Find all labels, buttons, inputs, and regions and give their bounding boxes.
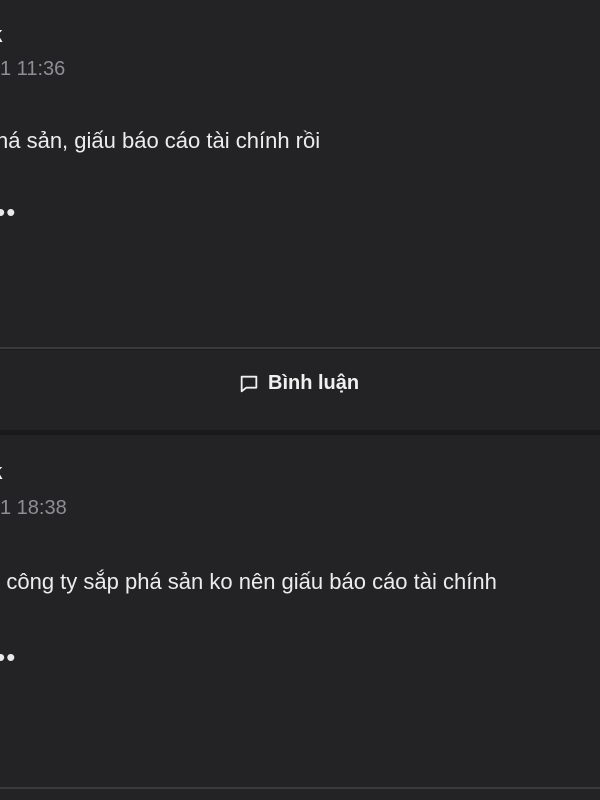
post-content: há sản, giấu báo cáo tài chính rồi	[0, 128, 321, 153]
post-timestamp[interactable]: 1 11:36	[0, 58, 65, 81]
comment-icon	[238, 373, 260, 395]
post-feed: ck 1 11:36 há sản, giấu báo cáo tài chín…	[0, 0, 600, 800]
comment-label: Bình luận	[268, 372, 360, 394]
comment-button[interactable]: Bình luận	[238, 372, 359, 395]
post-author[interactable]: ck	[0, 22, 2, 48]
divider	[0, 347, 600, 349]
post-card: ck 1 18:38 o công ty sắp phá sản ko nên …	[0, 435, 600, 788]
post-content: o công ty sắp phá sản ko nên giấu báo cá…	[0, 569, 497, 594]
more-options-button[interactable]: •••	[0, 199, 16, 225]
more-options-button[interactable]: •••	[0, 644, 16, 670]
post-timestamp[interactable]: 1 18:38	[0, 497, 67, 520]
post-card: ck 1 11:36 há sản, giấu báo cáo tài chín…	[0, 0, 600, 348]
post-actions-bar	[0, 789, 600, 800]
post-actions-bar: Bình luận	[0, 350, 600, 430]
post-author[interactable]: ck	[0, 459, 2, 485]
